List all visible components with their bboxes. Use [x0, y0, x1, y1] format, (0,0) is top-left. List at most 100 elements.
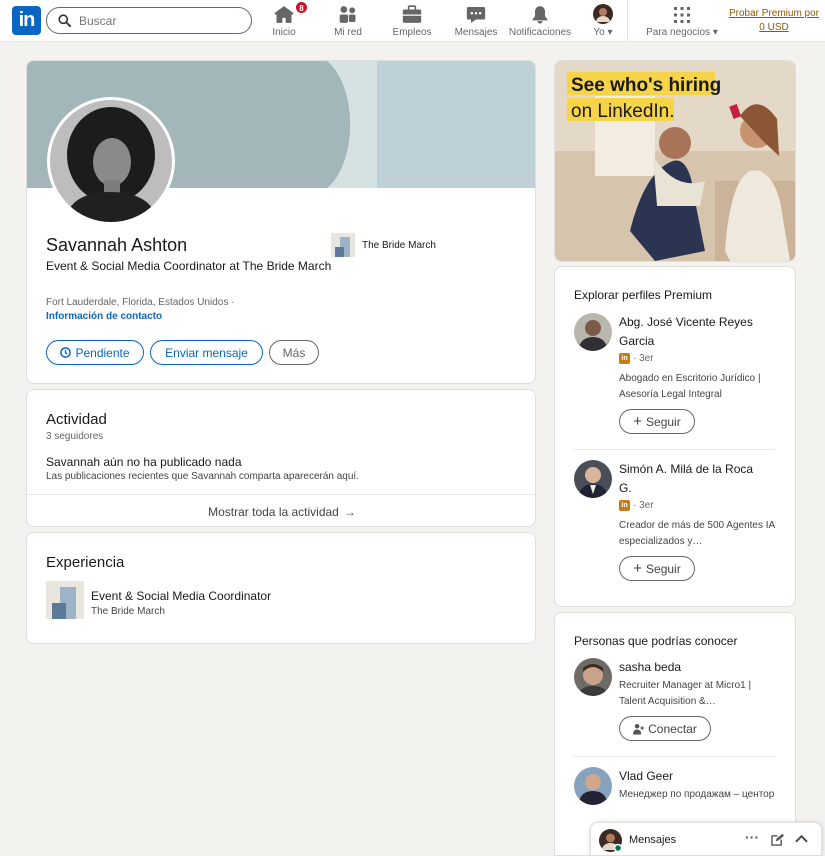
followers-count[interactable]: 3 seguidores	[46, 431, 103, 442]
chevron-up-icon[interactable]	[795, 834, 808, 844]
messaging-icon	[466, 7, 486, 23]
ad-headline-line2: on LinkedIn.	[571, 101, 675, 122]
show-all-activity-label: Mostrar toda la actividad	[208, 504, 339, 519]
notification-badge: 8	[295, 1, 308, 14]
nav-jobs-label: Empleos	[392, 27, 432, 38]
person-name[interactable]: Simón A. Milá de la Roca G.	[619, 460, 769, 498]
person-name[interactable]: Vlad Geer	[619, 767, 769, 786]
divider	[574, 756, 775, 757]
experience-title: Experiencia	[46, 554, 125, 571]
connection-degree: in · 3er	[619, 500, 654, 511]
profile-photo-image	[50, 100, 172, 222]
activity-empty-title: Savannah aún no ha publicado nada	[46, 455, 242, 469]
company-logo-icon[interactable]	[46, 581, 84, 619]
company-logo-icon	[331, 233, 355, 257]
person-name[interactable]: sasha beda	[619, 658, 769, 677]
nav-for-business[interactable]: Para negocios ▾	[642, 4, 722, 38]
person-avatar[interactable]	[574, 658, 612, 696]
try-premium-link[interactable]: Probar Premium por 0 USD	[726, 7, 822, 35]
person-description: Recruiter Manager at Micro1 | Talent Acq…	[619, 680, 752, 707]
premium-profiles-card: Explorar perfiles Premium Abg. José Vice…	[554, 266, 796, 607]
nav-messaging[interactable]: Mensajes	[454, 4, 498, 38]
profile-location: Fort Lauderdale, Florida, Estados Unidos…	[46, 297, 235, 308]
experience-card: Experiencia Event & Social Media Coordin…	[26, 532, 536, 644]
messaging-avatar	[599, 829, 622, 852]
ad-headline-line1: See who's hiring	[571, 75, 721, 96]
premium-profiles-title: Explorar perfiles Premium	[574, 288, 713, 302]
person-description: Abogado en Escritorio Jurídico | Asesorí…	[619, 373, 761, 400]
nav-me[interactable]: Yo ▾	[586, 4, 620, 38]
messaging-overlay[interactable]: Mensajes ···	[590, 822, 822, 856]
person-degree: · 3er	[633, 353, 654, 364]
people-you-may-know-card: Personas que podrías conocer sasha beda …	[554, 612, 796, 856]
show-all-activity-button[interactable]: Mostrar toda la actividad →	[27, 495, 535, 526]
connect-button-label: Conectar	[648, 721, 697, 736]
nav-me-label: Yo	[593, 27, 605, 38]
follow-button[interactable]: + Seguir	[619, 409, 695, 434]
add-person-icon	[633, 723, 645, 734]
profile-name: Savannah Ashton	[46, 235, 188, 255]
plus-icon: +	[633, 413, 643, 430]
profile-card: Savannah Ashton Event & Social Media Coo…	[26, 60, 536, 384]
follow-button-label: Seguir	[646, 414, 681, 429]
network-icon	[339, 6, 356, 23]
pending-button[interactable]: Pendiente	[46, 340, 144, 365]
profile-photo[interactable]	[47, 97, 175, 225]
experience-company: The Bride March	[91, 606, 165, 617]
person-name[interactable]: Abg. José Vicente Reyes Garcia	[619, 313, 769, 351]
messaging-label: Mensajes	[629, 834, 677, 846]
search-input[interactable]	[79, 11, 244, 31]
connect-button[interactable]: Conectar	[619, 716, 711, 741]
people-you-may-know-title: Personas que podrías conocer	[574, 634, 738, 648]
person-avatar[interactable]	[574, 767, 612, 805]
follow-button-label: Seguir	[646, 561, 681, 576]
activity-empty-desc: Las publicaciones recientes que Savannah…	[46, 471, 359, 482]
clock-icon	[60, 347, 72, 358]
nav-my-network-label: Mi red	[334, 27, 362, 38]
person-avatar[interactable]	[574, 460, 612, 498]
person-description: Creador de más de 500 Agentes IA especia…	[619, 520, 775, 547]
arrow-right-icon: →	[343, 504, 356, 519]
hiring-ad-image: See who's hiring on LinkedIn.	[555, 61, 795, 261]
follow-button[interactable]: + Seguir	[619, 556, 695, 581]
connection-degree: in · 3er	[619, 353, 654, 364]
search-box[interactable]	[46, 7, 252, 34]
nav-notifications-label: Notificaciones	[508, 27, 572, 38]
contact-info-link[interactable]: Información de contacto	[46, 311, 162, 322]
nav-for-business-label: Para negocios	[646, 27, 711, 38]
hiring-ad[interactable]: See who's hiring on LinkedIn.	[554, 60, 796, 262]
activity-card: Actividad 3 seguidores Savannah aún no h…	[26, 389, 536, 527]
more-button[interactable]: Más	[269, 340, 319, 365]
nav-home-label: Inicio	[272, 27, 296, 38]
home-icon	[274, 6, 294, 23]
profile-headline: Event & Social Media Coordinator at The …	[46, 259, 332, 273]
experience-role[interactable]: Event & Social Media Coordinator	[91, 589, 271, 603]
nav-jobs[interactable]: Empleos	[390, 4, 434, 38]
compose-icon[interactable]	[771, 833, 784, 846]
nav-notifications[interactable]: Notificaciones	[508, 4, 572, 38]
briefcase-icon	[402, 5, 422, 23]
nav-home[interactable]: 8 Inicio	[266, 1, 308, 38]
me-avatar	[593, 4, 613, 24]
more-options-icon[interactable]: ···	[745, 829, 759, 845]
more-button-label: Más	[282, 345, 306, 360]
divider	[574, 449, 775, 450]
chevron-down-icon: ▾	[712, 27, 718, 38]
person-avatar[interactable]	[574, 313, 612, 351]
linkedin-logo-icon[interactable]: in	[12, 6, 41, 35]
send-message-button-label: Enviar mensaje	[165, 345, 248, 360]
person-description: Менеджер по продажам – центор	[619, 789, 775, 800]
search-icon	[58, 14, 71, 27]
plus-icon: +	[633, 560, 643, 577]
activity-title: Actividad	[46, 411, 107, 428]
current-company[interactable]: The Bride March	[331, 233, 436, 257]
bell-icon	[532, 6, 548, 24]
linkedin-premium-icon: in	[619, 353, 630, 364]
linkedin-premium-icon: in	[619, 500, 630, 511]
grid-apps-icon	[674, 7, 690, 23]
nav-my-network[interactable]: Mi red	[330, 4, 366, 38]
send-message-button[interactable]: Enviar mensaje	[150, 340, 263, 365]
chevron-down-icon: ▾	[607, 27, 613, 38]
top-nav: in 8 Inicio Mi red Empleos Mensajes Noti…	[0, 0, 825, 42]
pending-button-label: Pendiente	[75, 345, 130, 360]
